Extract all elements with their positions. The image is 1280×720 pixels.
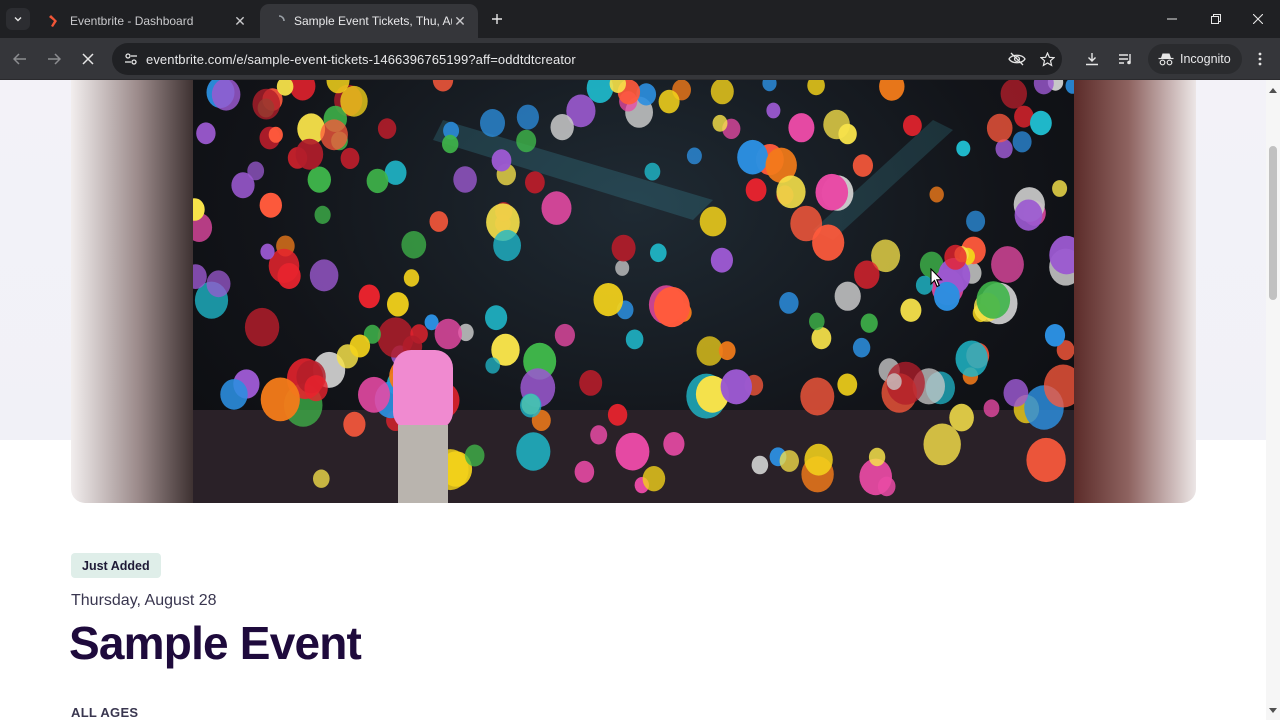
tab-sample-event[interactable]: Sample Event Tickets, Thu, Aug 28 ✕ (260, 4, 478, 38)
incognito-icon (1158, 53, 1174, 66)
media-controls-icon[interactable] (1114, 47, 1138, 71)
tab-eventbrite-dashboard[interactable]: Eventbrite - Dashboard ✕ (36, 4, 258, 38)
close-tab-icon[interactable]: ✕ (452, 13, 468, 29)
browser-menu-button[interactable] (1248, 47, 1272, 71)
event-title: Sample Event (69, 617, 362, 669)
hero-image-frame (71, 80, 1196, 503)
scrollbar-thumb[interactable] (1269, 146, 1277, 300)
stop-loading-button[interactable] (76, 47, 100, 71)
restore-icon (1211, 14, 1221, 24)
tab-title: Sample Event Tickets, Thu, Aug 28 (294, 14, 452, 28)
forward-button[interactable] (42, 47, 66, 71)
bookmark-star-icon[interactable] (1032, 43, 1062, 75)
eventbrite-logo-icon (49, 15, 57, 27)
more-vertical-icon (1258, 52, 1262, 66)
scroll-down-icon[interactable] (1269, 706, 1277, 714)
close-icon (82, 53, 94, 65)
chevron-down-icon (14, 17, 22, 22)
age-restriction: ALL AGES (71, 705, 139, 720)
event-date: Thursday, August 28 (71, 592, 217, 609)
url-text[interactable]: eventbrite.com/e/sample-event-tickets-14… (146, 52, 1002, 67)
minimize-icon (1167, 18, 1177, 20)
scroll-up-icon[interactable] (1269, 86, 1277, 94)
page-scrollbar[interactable] (1266, 80, 1280, 720)
incognito-indicator[interactable]: Incognito (1148, 44, 1242, 74)
download-icon[interactable] (1080, 47, 1104, 71)
arrow-left-icon (13, 53, 26, 65)
close-window-button[interactable] (1236, 0, 1280, 38)
loading-spinner-icon (278, 15, 285, 22)
event-page: Just Added Thursday, August 28 Sample Ev… (0, 80, 1266, 720)
minimize-button[interactable] (1150, 0, 1194, 38)
tab-search-button[interactable] (6, 8, 30, 30)
plus-icon (492, 14, 502, 24)
browser-tab-strip: Eventbrite - Dashboard ✕ Sample Event Ti… (0, 0, 1280, 38)
eye-off-icon[interactable] (1002, 43, 1032, 75)
arrow-right-icon (48, 53, 61, 65)
tab-title: Eventbrite - Dashboard (70, 14, 194, 28)
profile-label: Incognito (1180, 52, 1231, 66)
mouse-cursor-icon (930, 267, 944, 293)
close-icon (1253, 14, 1263, 24)
new-tab-button[interactable] (486, 8, 508, 30)
back-button[interactable] (8, 47, 32, 71)
address-bar[interactable]: eventbrite.com/e/sample-event-tickets-14… (112, 43, 1062, 75)
browser-toolbar: eventbrite.com/e/sample-event-tickets-14… (0, 38, 1280, 80)
restore-button[interactable] (1194, 0, 1238, 38)
status-badge: Just Added (71, 553, 161, 578)
site-settings-icon[interactable] (116, 43, 146, 75)
close-tab-icon[interactable]: ✕ (232, 13, 248, 29)
